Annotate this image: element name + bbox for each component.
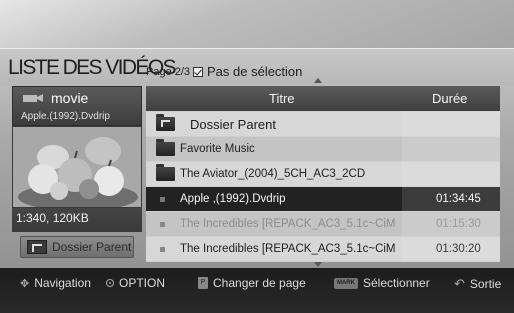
parent-folder-button[interactable]: Dossier Parent <box>20 236 134 258</box>
footer-exit[interactable]: ↶ Sortie <box>454 276 501 292</box>
list-item-parent-folder[interactable]: Dossier Parent <box>146 112 500 136</box>
fruit-image <box>13 127 141 207</box>
footer-page-change-label: Changer de page <box>213 276 306 290</box>
folder-icon <box>156 164 175 181</box>
page-indicator: Page 2/3 <box>146 66 191 78</box>
top-band <box>0 0 514 48</box>
selection-status: Pas de sélection <box>193 64 302 79</box>
list-header: Titre Durée <box>146 86 500 111</box>
checkbox-icon <box>193 66 203 77</box>
list-item-folder[interactable]: The Aviator_(2004)_5CH_AC3_2CD <box>146 162 500 186</box>
footer-select[interactable]: MARK Sélectionner <box>334 276 430 290</box>
column-title: Titre <box>269 91 295 106</box>
list-item-file-selected[interactable]: Apple ,(1992).Dvdrip 01:34:45 <box>146 187 500 211</box>
list-item-label: The Incredibles [REPACK_AC3_5.1c~CiM <box>180 243 396 255</box>
selection-status-label: Pas de sélection <box>207 64 303 79</box>
scroll-down-icon[interactable] <box>314 262 322 267</box>
preview-panel: movie Apple.(1992).Dvdrip 1:340, 120KB D… <box>12 86 142 262</box>
preview-info: 1:340, 120KB <box>12 208 142 232</box>
preview-file-name: Apple.(1992).Dvdrip <box>21 111 110 122</box>
list-item-label: The Aviator_(2004)_5CH_AC3_2CD <box>180 168 366 180</box>
list-item-label: The Incredibles [REPACK_AC3_5.1c~CiM <box>180 218 396 230</box>
list-item-duration: 01:34:45 <box>436 193 481 205</box>
parent-folder-button-label: Dossier Parent <box>52 240 132 254</box>
option-icon <box>106 279 114 287</box>
footer-option[interactable]: OPTION <box>106 276 165 290</box>
mark-icon: MARK <box>334 277 358 289</box>
column-duration: Durée <box>432 91 468 106</box>
file-bullet-icon <box>160 221 165 227</box>
file-list: Titre Durée Dossier Parent Favorite Musi… <box>146 86 500 262</box>
file-bullet-icon <box>160 246 165 252</box>
list-item-file[interactable]: The Incredibles [REPACK_AC3_5.1c~CiM 01:… <box>146 212 500 236</box>
return-icon: ↶ <box>454 276 465 291</box>
parent-folder-icon <box>27 240 47 254</box>
preview-header: movie Apple.(1992).Dvdrip <box>12 86 142 126</box>
list-item-label: Dossier Parent <box>190 116 276 132</box>
footer-navigation-label: Navigation <box>34 276 91 290</box>
parent-folder-icon <box>156 114 175 131</box>
footer-navigation: ✥ Navigation <box>20 276 91 290</box>
list-item-duration: 01:30:20 <box>436 243 481 255</box>
file-bullet-icon <box>160 196 165 202</box>
page-icon: P <box>198 277 208 289</box>
folder-icon <box>156 139 175 156</box>
footer-page-change[interactable]: P Changer de page <box>198 276 306 290</box>
movie-icon <box>23 94 43 102</box>
list-item-folder[interactable]: Favorite Music <box>146 137 500 161</box>
list-item-label: Favorite Music <box>180 143 255 155</box>
footer-option-label: OPTION <box>119 276 166 290</box>
list-item-label: Apple ,(1992).Dvdrip <box>180 193 286 205</box>
footer-bar: ✥ Navigation OPTION P Changer de page MA… <box>0 268 514 313</box>
footer-select-label: Sélectionner <box>363 276 430 290</box>
preview-thumbnail <box>12 126 142 208</box>
preview-folder-name: movie <box>51 90 89 106</box>
navigation-icon: ✥ <box>20 277 30 290</box>
list-item-file[interactable]: The Incredibles [REPACK_AC3_5.1c~CiM 01:… <box>146 237 500 261</box>
list-item-duration: 01:15:30 <box>436 218 481 230</box>
footer-exit-label: Sortie <box>469 277 502 291</box>
scroll-up-icon[interactable] <box>314 78 322 83</box>
